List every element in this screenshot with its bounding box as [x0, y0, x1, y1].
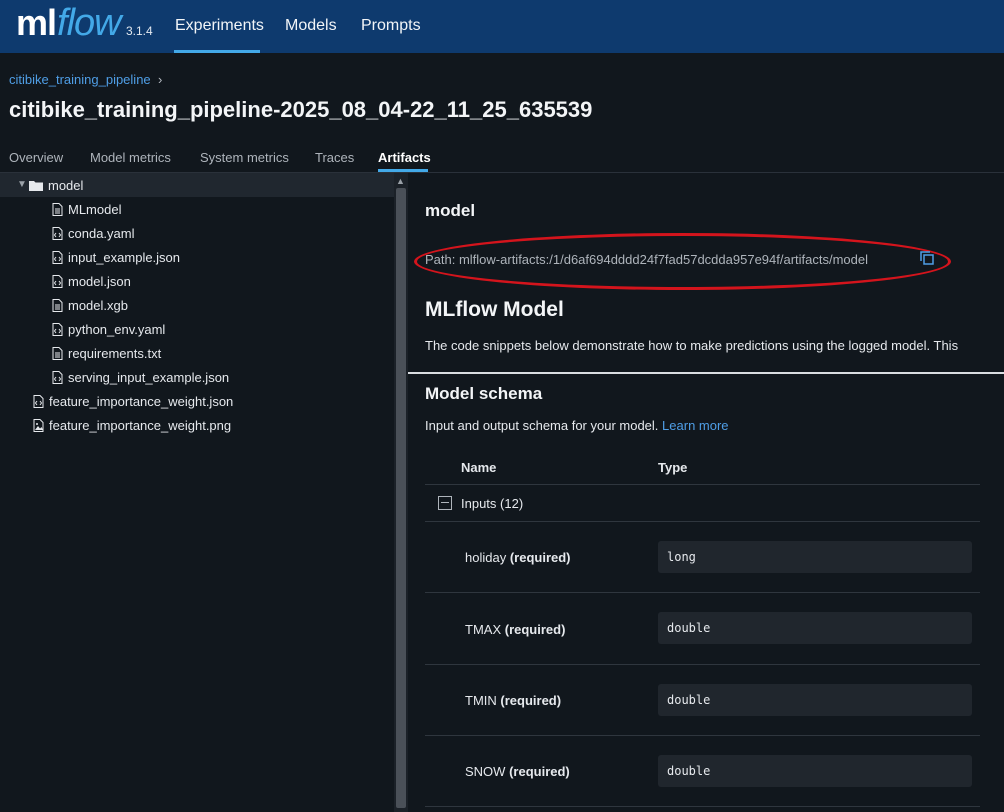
schema-field-type: double [658, 755, 972, 787]
tree-item-input-example-json[interactable]: input_example.json [52, 245, 180, 269]
tree-item-label: feature_importance_weight.png [49, 417, 232, 433]
tree-item-feature-importance-weight-png[interactable]: feature_importance_weight.png [33, 413, 231, 437]
field-required-tag: (required) [509, 764, 570, 779]
code-file-icon [33, 394, 44, 408]
column-header-type: Type [658, 460, 688, 475]
schema-field-type: double [658, 684, 972, 716]
tree-item-label: serving_input_example.json [68, 369, 230, 385]
tree-item-label: input_example.json [68, 249, 181, 265]
artifact-path: Path: mlflow-artifacts:/1/d6af694dddd24f… [425, 252, 869, 267]
nav-active-indicator [174, 50, 260, 53]
tree-item-label: model.xgb [68, 297, 128, 313]
field-required-tag: (required) [504, 622, 566, 637]
row-divider [425, 592, 980, 593]
tree-item-label: MLmodel [68, 201, 122, 217]
top-nav-bar: ml flow 3.1.4 Experiments Models Prompts [0, 0, 1004, 53]
field-name-text: TMAX [465, 622, 502, 637]
breadcrumb-separator: › [158, 72, 163, 87]
tab-overview[interactable]: Overview [9, 150, 63, 165]
tree-item-serving-input-example-json[interactable]: serving_input_example.json [52, 365, 229, 389]
mlflow-logo[interactable]: ml flow [16, 2, 122, 45]
inputs-group-label[interactable]: Inputs (12) [461, 496, 523, 511]
tree-item-mlmodel[interactable]: MLmodel [52, 197, 121, 221]
version-label: 3.1.4 [126, 24, 153, 38]
page-title: citibike_training_pipeline-2025_08_04-22… [9, 97, 593, 122]
code-file-icon [52, 250, 63, 264]
tree-item-label: requirements.txt [68, 345, 162, 361]
image-file-icon [33, 418, 44, 432]
tree-item-label: feature_importance_weight.json [49, 393, 234, 409]
tree-item-label: model.json [68, 273, 131, 289]
tree-item-requirements-txt[interactable]: requirements.txt [52, 341, 161, 365]
model-schema-heading: Model schema [425, 384, 543, 403]
row-divider [425, 735, 980, 736]
tab-system-metrics[interactable]: System metrics [200, 150, 289, 165]
copy-icon[interactable] [920, 251, 934, 265]
tree-item-label: python_env.yaml [68, 321, 166, 337]
code-file-icon [52, 274, 63, 288]
field-required-tag: (required) [500, 693, 562, 708]
row-divider [425, 484, 980, 485]
field-name-text: TMIN [465, 693, 497, 708]
mlflow-model-heading: MLflow Model [425, 298, 564, 321]
file-icon [52, 202, 63, 216]
row-divider [425, 806, 980, 807]
tree-item-conda-yaml[interactable]: conda.yaml [52, 221, 134, 245]
learn-more-link[interactable]: Learn more [662, 418, 728, 433]
schema-field-name: SNOW (required) [465, 764, 570, 779]
tree-item-model-folder[interactable]: ▼ model [0, 173, 394, 197]
schema-desc-text: Input and output schema for your model. [425, 418, 659, 433]
row-divider [425, 521, 980, 522]
nav-experiments[interactable]: Experiments [175, 17, 264, 35]
folder-icon [29, 180, 43, 191]
schema-field-type: long [658, 541, 972, 573]
schema-field-type: double [658, 612, 972, 644]
artifact-title: model [425, 201, 476, 220]
tree-item-model-xgb[interactable]: model.xgb [52, 293, 128, 317]
tab-model-metrics[interactable]: Model metrics [90, 150, 171, 165]
schema-field-name: TMAX (required) [465, 622, 565, 637]
tree-item-model-json[interactable]: model.json [52, 269, 131, 293]
schema-field-name: holiday (required) [465, 550, 571, 565]
file-icon [52, 346, 63, 360]
field-name-text: holiday [465, 550, 507, 565]
nav-models[interactable]: Models [285, 17, 337, 35]
tree-item-feature-importance-weight-json[interactable]: feature_importance_weight.json [33, 389, 233, 413]
logo-flow-text: flow [57, 2, 122, 44]
logo-ml-text: ml [16, 2, 57, 43]
model-schema-description: Input and output schema for your model. … [425, 418, 729, 433]
code-file-icon [52, 370, 63, 384]
code-file-icon [52, 226, 63, 240]
scroll-up-arrow-icon[interactable]: ▲ [396, 176, 405, 186]
section-divider [408, 372, 1004, 374]
file-icon [52, 298, 63, 312]
field-name-text: SNOW [465, 764, 506, 779]
tab-artifacts[interactable]: Artifacts [378, 150, 431, 165]
tree-item-label: conda.yaml [68, 225, 135, 241]
collapse-inputs-icon[interactable] [438, 496, 452, 510]
tree-scrollbar-thumb[interactable] [396, 188, 406, 808]
row-divider [425, 664, 980, 665]
artifact-tree: ▼ model MLmodel conda.yaml input_example… [0, 173, 394, 812]
code-file-icon [52, 322, 63, 336]
tree-item-label: model [48, 177, 84, 193]
schema-field-name: TMIN (required) [465, 693, 561, 708]
breadcrumb-experiment-link[interactable]: citibike_training_pipeline [9, 72, 151, 87]
tree-item-python-env-yaml[interactable]: python_env.yaml [52, 317, 165, 341]
caret-down-icon[interactable]: ▼ [17, 179, 29, 191]
field-required-tag: (required) [509, 550, 571, 565]
code-snippet-description: The code snippets below demonstrate how … [425, 338, 959, 353]
column-header-name: Name [461, 460, 497, 475]
nav-prompts[interactable]: Prompts [361, 17, 421, 35]
tab-traces[interactable]: Traces [315, 150, 354, 165]
